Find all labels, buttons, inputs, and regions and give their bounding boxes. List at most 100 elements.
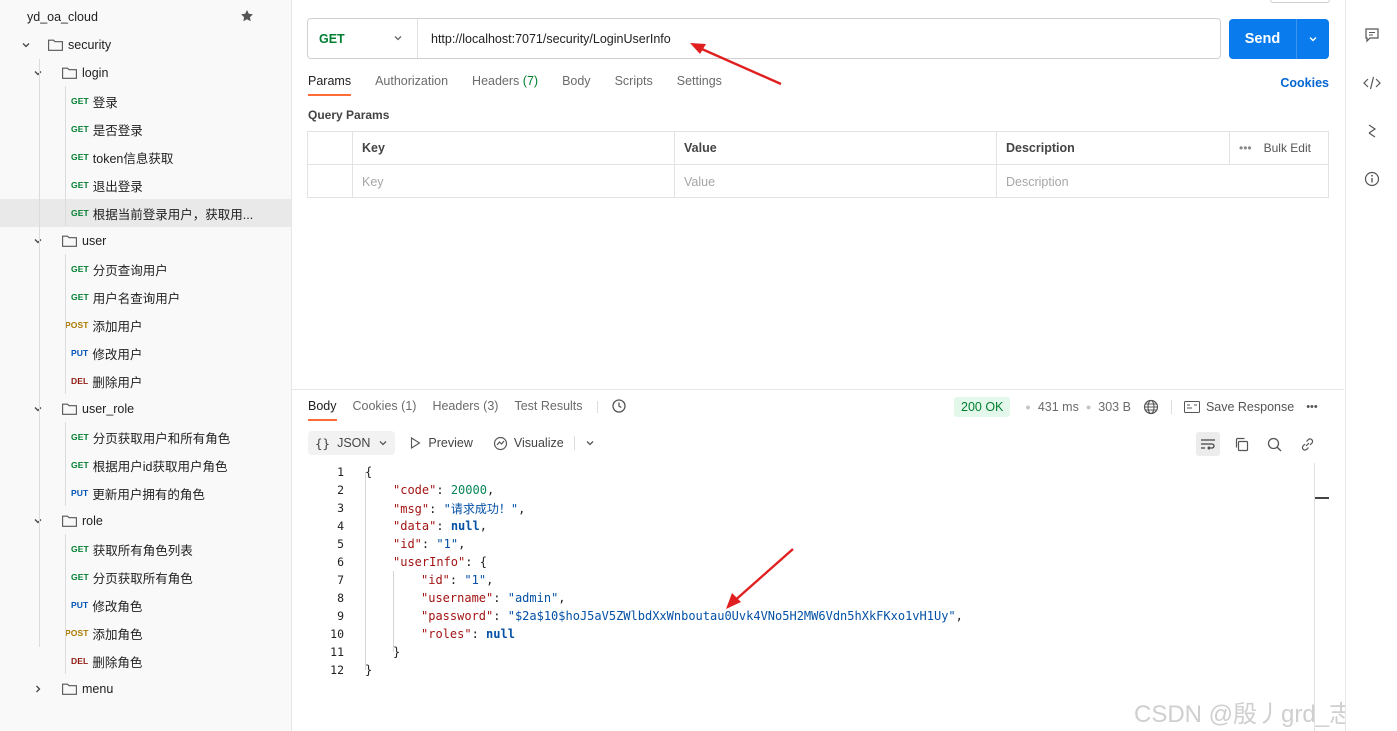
request-item[interactable]: GET 登录 — [0, 87, 291, 115]
chevron-down-icon[interactable] — [585, 438, 595, 448]
request-item[interactable]: GET 退出登录 — [0, 171, 291, 199]
request-label: 是否登录 — [92, 123, 143, 138]
bulk-edit-button[interactable]: ••• Bulk Edit — [1230, 132, 1328, 164]
info-icon[interactable] — [1362, 169, 1382, 189]
comments-icon[interactable] — [1362, 25, 1382, 45]
request-label: 根据用户id获取用户角色 — [92, 459, 228, 474]
chevron-right-icon[interactable] — [33, 683, 45, 695]
send-button[interactable]: Send — [1229, 19, 1329, 59]
code-icon[interactable] — [1362, 73, 1382, 93]
value-input[interactable]: Value — [675, 165, 997, 198]
collection-root[interactable]: yd_oa_cloud — [0, 3, 291, 31]
status-badge[interactable]: 200 OK — [954, 397, 1011, 417]
request-item[interactable]: PUT 更新用户拥有的角色 — [0, 479, 291, 507]
request-item[interactable]: POST 添加角色 — [0, 619, 291, 647]
method-badge: GET — [71, 96, 89, 106]
json-userinfo-id: 1 — [471, 573, 479, 587]
cookies-link[interactable]: Cookies — [1280, 76, 1329, 90]
wrap-lines-icon[interactable] — [1196, 432, 1220, 456]
method-badge: POST — [65, 628, 89, 638]
request-item[interactable]: GET 分页获取所有角色 — [0, 563, 291, 591]
folder-menu[interactable]: menu — [0, 675, 291, 703]
tab-params[interactable]: Params — [308, 74, 352, 96]
folder-login[interactable]: login — [0, 59, 291, 87]
description-input[interactable]: Description — [997, 165, 1328, 198]
folder-role[interactable]: role — [0, 507, 291, 535]
copy-icon[interactable] — [1229, 432, 1253, 456]
response-tab-headers[interactable]: Headers (3) — [432, 399, 498, 421]
request-item[interactable]: GET 获取所有角色列表 — [0, 535, 291, 563]
request-item[interactable]: PUT 修改角色 — [0, 591, 291, 619]
preview-button[interactable]: Preview — [410, 436, 473, 450]
method-badge: GET — [71, 432, 89, 442]
response-size[interactable]: 303 B — [1098, 400, 1131, 414]
scrollbar-thumb[interactable] — [1315, 497, 1329, 499]
visualize-button[interactable]: Visualize — [493, 436, 564, 451]
request-item[interactable]: PUT 修改用户 — [0, 339, 291, 367]
play-icon — [410, 437, 421, 449]
line-number: 7 — [337, 573, 344, 587]
request-tabs: Params Authorization Headers (7) Body Script… — [308, 74, 746, 96]
more-icon[interactable]: ••• — [1306, 401, 1318, 413]
line-number: 10 — [330, 627, 344, 641]
response-tab-body[interactable]: Body — [308, 399, 337, 421]
request-label: 修改角色 — [92, 599, 143, 614]
tab-headers[interactable]: Headers (7) — [472, 74, 538, 95]
request-item[interactable]: GET 用户名查询用户 — [0, 283, 291, 311]
request-item[interactable]: DEL 删除角色 — [0, 647, 291, 675]
folder-label: user_role — [82, 402, 135, 416]
annotation-arrow-url — [690, 43, 782, 86]
link-icon[interactable] — [1295, 432, 1319, 456]
request-item[interactable]: GET 分页查询用户 — [0, 255, 291, 283]
method-select[interactable]: GET — [308, 19, 418, 58]
request-item[interactable]: GET 分页获取用户和所有角色 — [0, 423, 291, 451]
request-item[interactable]: GET 根据当前登录用户，获取用... — [0, 199, 291, 227]
response-tab-cookies[interactable]: Cookies (1) — [353, 399, 417, 421]
star-icon[interactable] — [240, 9, 254, 26]
request-label: 删除用户 — [92, 375, 143, 390]
line-number: 12 — [330, 663, 344, 677]
format-select[interactable]: {} JSON — [308, 431, 396, 455]
save-button-edge[interactable] — [1270, 0, 1330, 3]
response-time[interactable]: 431 ms — [1038, 400, 1079, 414]
json-id-value: 1 — [443, 537, 451, 551]
search-icon[interactable] — [1262, 432, 1286, 456]
chevron-down-icon[interactable] — [1297, 34, 1329, 44]
method-label: GET — [319, 31, 345, 46]
folder-label: security — [68, 38, 112, 52]
tab-label: Cookies — [352, 399, 398, 413]
response-tab-test-results[interactable]: Test Results — [514, 399, 582, 421]
editor-scrollbar[interactable] — [1314, 463, 1315, 731]
method-badge: GET — [71, 544, 89, 554]
request-item[interactable]: POST 添加用户 — [0, 311, 291, 339]
related-icon[interactable] — [1362, 121, 1382, 141]
request-label: 删除角色 — [92, 655, 143, 670]
tab-body[interactable]: Body — [562, 74, 591, 95]
request-item[interactable]: DEL 删除用户 — [0, 367, 291, 395]
tab-label: Scripts — [614, 74, 653, 88]
chevron-down-icon[interactable] — [21, 39, 33, 51]
folder-icon — [62, 403, 77, 415]
braces-icon: {} — [315, 435, 331, 451]
globe-icon[interactable] — [1143, 399, 1159, 415]
request-label: 添加用户 — [92, 319, 143, 334]
folder-user-role[interactable]: user_role — [0, 395, 291, 423]
url-input[interactable]: http://localhost:7071/security/LoginUser… — [418, 32, 671, 46]
request-item[interactable]: GET 是否登录 — [0, 115, 291, 143]
request-item[interactable]: GET token信息获取 — [0, 143, 291, 171]
folder-icon — [62, 683, 77, 695]
request-item[interactable]: GET 根据用户id获取用户角色 — [0, 451, 291, 479]
line-number: 4 — [337, 519, 344, 533]
request-label: 退出登录 — [92, 179, 143, 194]
history-icon[interactable] — [611, 398, 627, 417]
key-input[interactable]: Key — [353, 165, 675, 198]
tab-authorization[interactable]: Authorization — [375, 74, 448, 95]
more-icon: ••• — [1239, 141, 1252, 155]
json-username-value: admin — [514, 591, 552, 605]
folder-security[interactable]: security — [0, 31, 291, 59]
query-params-title: Query Params — [308, 108, 390, 122]
save-response-button[interactable]: Save Response — [1183, 400, 1294, 414]
tab-scripts[interactable]: Scripts — [615, 74, 653, 95]
folder-user[interactable]: user — [0, 227, 291, 255]
request-label: 用户名查询用户 — [92, 291, 181, 306]
